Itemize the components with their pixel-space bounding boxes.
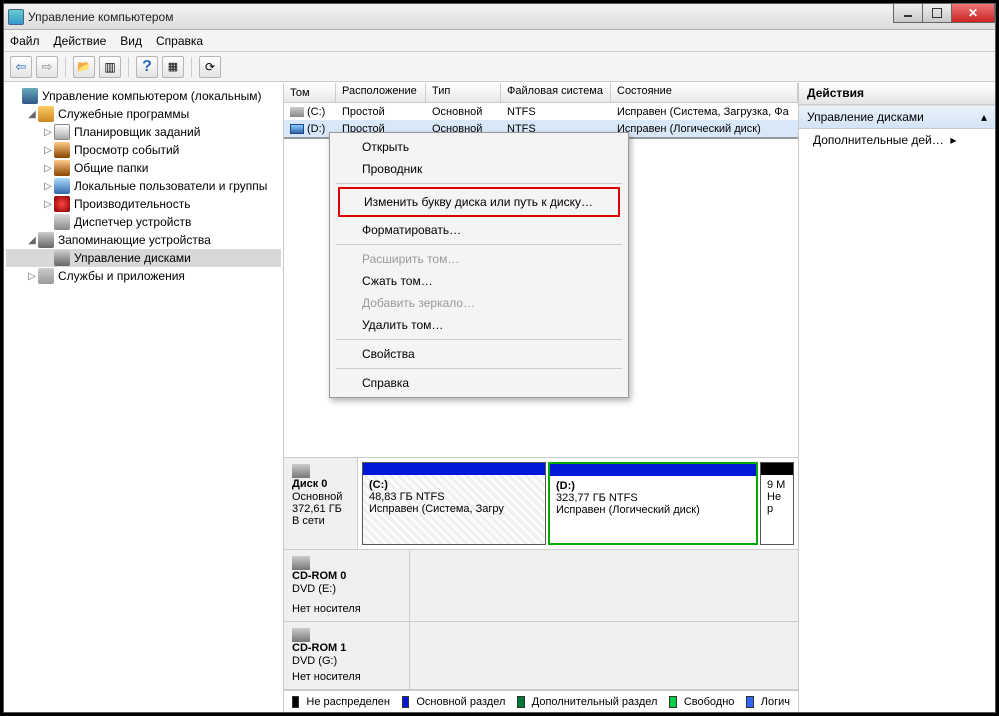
ctx-format[interactable]: Форматировать… — [332, 219, 626, 241]
tree-root[interactable]: Управление компьютером (локальным) — [6, 87, 281, 105]
computer-icon — [22, 88, 38, 104]
col-status[interactable]: Состояние — [611, 83, 798, 102]
cd1-label[interactable]: CD-ROM 1 DVD (G:) Нет носителя — [284, 622, 410, 689]
disk-row-cd0: CD-ROM 0 DVD (E:) Нет носителя — [284, 550, 798, 622]
legend-unallocated: Не распределен — [306, 696, 390, 708]
actions-pane: Действия Управление дисками▴ Дополнитель… — [799, 83, 995, 712]
ctx-properties[interactable]: Свойства — [332, 343, 626, 365]
legend-primary: Основной раздел — [416, 696, 505, 708]
tools-icon — [38, 106, 54, 122]
disk-row-0: Диск 0 Основной 372,61 ГБ В сети (C:) 48… — [284, 458, 798, 550]
maximize-button[interactable] — [922, 3, 952, 23]
app-icon — [8, 9, 24, 25]
storage-icon — [38, 232, 54, 248]
back-button[interactable] — [10, 56, 32, 78]
share-icon — [54, 160, 70, 176]
partition-d[interactable]: (D:) 323,77 ГБ NTFS Исправен (Логический… — [548, 462, 758, 545]
disk0-label[interactable]: Диск 0 Основной 372,61 ГБ В сети — [284, 458, 358, 549]
forward-button[interactable] — [36, 56, 58, 78]
scheduler-icon — [54, 124, 70, 140]
disk-row-cd1: CD-ROM 1 DVD (G:) Нет носителя — [284, 622, 798, 690]
partition-c[interactable]: (C:) 48,83 ГБ NTFS Исправен (Система, За… — [362, 462, 546, 545]
context-menu: Открыть Проводник Изменить букву диска и… — [329, 132, 629, 398]
legend-extended: Дополнительный раздел — [532, 696, 658, 708]
volume-header[interactable]: Том Расположение Тип Файловая система Со… — [284, 83, 798, 103]
close-button[interactable] — [951, 3, 995, 23]
tree-shared-folders[interactable]: ▷Общие папки — [6, 159, 281, 177]
cd0-label[interactable]: CD-ROM 0 DVD (E:) Нет носителя — [284, 550, 410, 621]
ctx-shrink[interactable]: Сжать том… — [332, 270, 626, 292]
menu-action[interactable]: Действие — [54, 34, 107, 48]
toolbar — [4, 52, 995, 82]
help-button[interactable] — [136, 56, 158, 78]
event-icon — [54, 142, 70, 158]
minimize-button[interactable] — [893, 3, 923, 23]
up-button[interactable] — [73, 56, 95, 78]
device-icon — [54, 214, 70, 230]
show-hide-tree-button[interactable] — [99, 56, 121, 78]
disk-icon — [54, 250, 70, 266]
refresh-button[interactable] — [199, 56, 221, 78]
tree-task-scheduler[interactable]: ▷Планировщик заданий — [6, 123, 281, 141]
volume-list[interactable]: Том Расположение Тип Файловая система Со… — [284, 83, 798, 139]
actions-header: Действия — [799, 83, 995, 105]
titlebar: Управление компьютером — [4, 4, 995, 30]
actions-section-disks[interactable]: Управление дисками▴ — [799, 105, 995, 129]
menubar: Файл Действие Вид Справка — [4, 30, 995, 52]
menu-view[interactable]: Вид — [120, 34, 142, 48]
tree-services-apps[interactable]: ▷Службы и приложения — [6, 267, 281, 285]
tree-performance[interactable]: ▷Производительность — [6, 195, 281, 213]
ctx-explorer[interactable]: Проводник — [332, 158, 626, 180]
ctx-add-mirror: Добавить зеркало… — [332, 292, 626, 314]
ctx-open[interactable]: Открыть — [332, 136, 626, 158]
col-type[interactable]: Тип — [426, 83, 501, 102]
tree-local-users[interactable]: ▷Локальные пользователи и группы — [6, 177, 281, 195]
window-title: Управление компьютером — [28, 10, 173, 24]
tree-event-viewer[interactable]: ▷Просмотр событий — [6, 141, 281, 159]
disk-diagram: Диск 0 Основной 372,61 ГБ В сети (C:) 48… — [284, 457, 798, 712]
menu-help[interactable]: Справка — [156, 34, 203, 48]
tree-pane[interactable]: Управление компьютером (локальным) ◢Служ… — [4, 83, 284, 712]
volume-icon — [290, 107, 304, 117]
legend: Не распределен Основной раздел Дополните… — [284, 690, 798, 712]
col-layout[interactable]: Расположение — [336, 83, 426, 102]
col-volume[interactable]: Том — [284, 83, 336, 102]
tree-system-tools[interactable]: ◢Служебные программы — [6, 105, 281, 123]
ctx-change-drive-letter[interactable]: Изменить букву диска или путь к диску… — [340, 189, 618, 215]
menu-file[interactable]: Файл — [10, 34, 40, 48]
col-fs[interactable]: Файловая система — [501, 83, 611, 102]
legend-free: Свободно — [684, 696, 735, 708]
partition-unallocated[interactable]: 9 M Не р — [760, 462, 794, 545]
cdrom-icon — [292, 556, 310, 570]
tree-storage[interactable]: ◢Запоминающие устройства — [6, 231, 281, 249]
partition-icon — [290, 124, 304, 134]
ctx-extend: Расширить том… — [332, 248, 626, 270]
ctx-help[interactable]: Справка — [332, 372, 626, 394]
tree-disk-management[interactable]: Управление дисками — [6, 249, 281, 267]
collapse-icon[interactable]: ▴ — [981, 110, 987, 124]
actions-more[interactable]: Дополнительные дей… ▸ — [799, 129, 995, 151]
perf-icon — [54, 196, 70, 212]
layout-button[interactable] — [162, 56, 184, 78]
volume-row-c[interactable]: (C:) Простой Основной NTFS Исправен (Сис… — [284, 103, 798, 120]
cdrom-icon — [292, 628, 310, 642]
hdd-icon — [292, 464, 310, 478]
tree-device-manager[interactable]: Диспетчер устройств — [6, 213, 281, 231]
main-window: Управление компьютером Файл Действие Вид… — [3, 3, 996, 713]
ctx-delete-volume[interactable]: Удалить том… — [332, 314, 626, 336]
services-icon — [38, 268, 54, 284]
users-icon — [54, 178, 70, 194]
legend-logical: Логич — [761, 696, 790, 708]
